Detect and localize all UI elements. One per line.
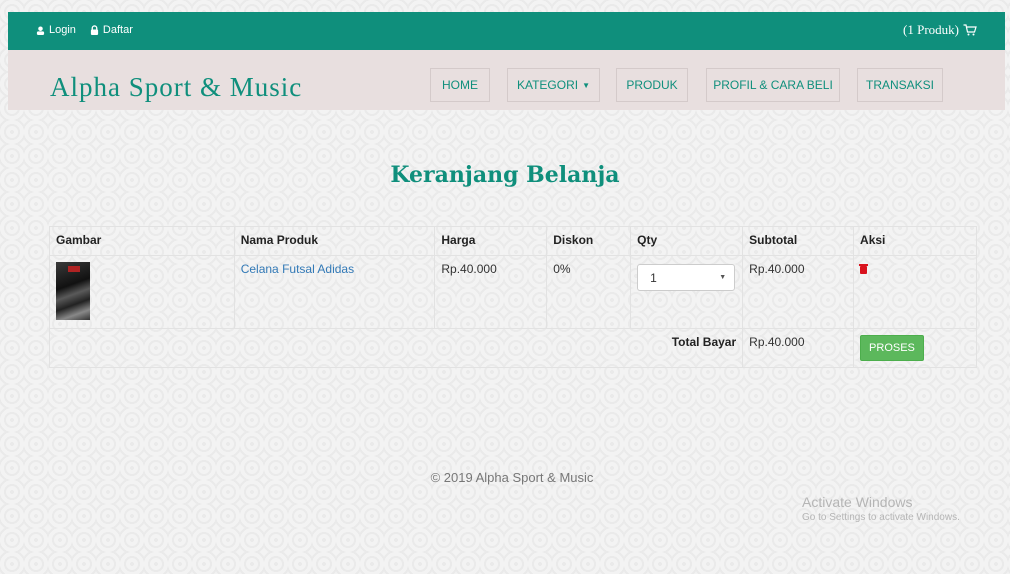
- product-price: Rp.40.000: [434, 255, 548, 329]
- lock-icon: [90, 25, 99, 35]
- nav-home[interactable]: HOME: [430, 68, 490, 102]
- product-discount: 0%: [546, 255, 632, 329]
- nav-kategori-label: KATEGORI: [516, 78, 579, 92]
- footer-copyright: © 2019 Alpha Sport & Music: [430, 470, 594, 485]
- total-value: Rp.40.000: [742, 328, 855, 368]
- nav-profil[interactable]: PROFIL & CARA BELI: [706, 68, 840, 102]
- qty-select[interactable]: 1 ▼: [637, 264, 736, 291]
- product-name-link[interactable]: Celana Futsal Adidas: [241, 262, 354, 276]
- brand-logo[interactable]: Alpha Sport & Music: [50, 72, 302, 103]
- watermark-subtitle: Go to Settings to activate Windows.: [802, 512, 960, 523]
- qty-cell: 1 ▼: [630, 255, 744, 329]
- table-row: Celana Futsal Adidas Rp.40.000 0% 1 ▼ Rp…: [49, 255, 977, 329]
- nav-home-label: HOME: [442, 78, 478, 92]
- caret-down-icon: ▼: [582, 80, 591, 90]
- total-row: Total Bayar Rp.40.000 PROSES: [48, 328, 977, 368]
- page-title: Keranjang Belanja: [390, 162, 620, 188]
- col-header-harga: Harga: [434, 226, 548, 256]
- cart-summary: (1 Produk): [903, 22, 959, 37]
- register-link[interactable]: Daftar: [90, 24, 133, 36]
- product-subtotal: Rp.40.000: [742, 255, 855, 329]
- account-links: Login Daftar: [36, 24, 133, 36]
- process-cell: PROSES: [853, 328, 977, 368]
- nav-transaksi-label: TRANSAKSI: [865, 78, 934, 92]
- cart-icon: [963, 24, 977, 36]
- cart-link[interactable]: (1 Produk): [903, 22, 977, 38]
- top-bar: Login Daftar (1 Produk): [8, 12, 1005, 50]
- total-label: Total Bayar: [48, 328, 744, 368]
- col-header-nama-produk: Nama Produk: [233, 226, 436, 256]
- nav-kategori[interactable]: KATEGORI ▼: [507, 68, 600, 102]
- process-button[interactable]: PROSES: [860, 335, 924, 361]
- cart-header-row: Gambar Nama Produk Harga Diskon Qty Subt…: [49, 226, 977, 256]
- product-image-cell: [49, 255, 235, 329]
- user-icon: [36, 25, 45, 35]
- col-header-aksi: Aksi: [853, 226, 977, 256]
- qty-value: 1: [650, 270, 657, 285]
- caret-down-icon: ▼: [719, 274, 727, 281]
- windows-activation-watermark: Activate Windows Go to Settings to activ…: [802, 494, 960, 523]
- nav-produk[interactable]: PRODUK: [616, 68, 688, 102]
- main-navbar: Alpha Sport & Music HOME KATEGORI ▼ PROD…: [8, 50, 1005, 110]
- product-name-cell: Celana Futsal Adidas: [233, 255, 436, 329]
- nav-produk-label: PRODUK: [626, 78, 678, 92]
- nav-transaksi[interactable]: TRANSAKSI: [857, 68, 943, 102]
- nav-profil-label: PROFIL & CARA BELI: [713, 78, 833, 92]
- col-header-diskon: Diskon: [546, 226, 632, 256]
- col-header-gambar: Gambar: [49, 226, 235, 256]
- login-label: Login: [49, 24, 76, 36]
- cart-table: Gambar Nama Produk Harga Diskon Qty Subt…: [48, 226, 977, 368]
- col-header-subtotal: Subtotal: [742, 226, 855, 256]
- login-link[interactable]: Login: [36, 24, 76, 36]
- product-image[interactable]: [56, 262, 90, 320]
- trash-icon[interactable]: [859, 264, 869, 274]
- action-cell: [853, 255, 977, 329]
- watermark-title: Activate Windows: [802, 494, 913, 510]
- col-header-qty: Qty: [630, 226, 744, 256]
- register-label: Daftar: [102, 24, 133, 36]
